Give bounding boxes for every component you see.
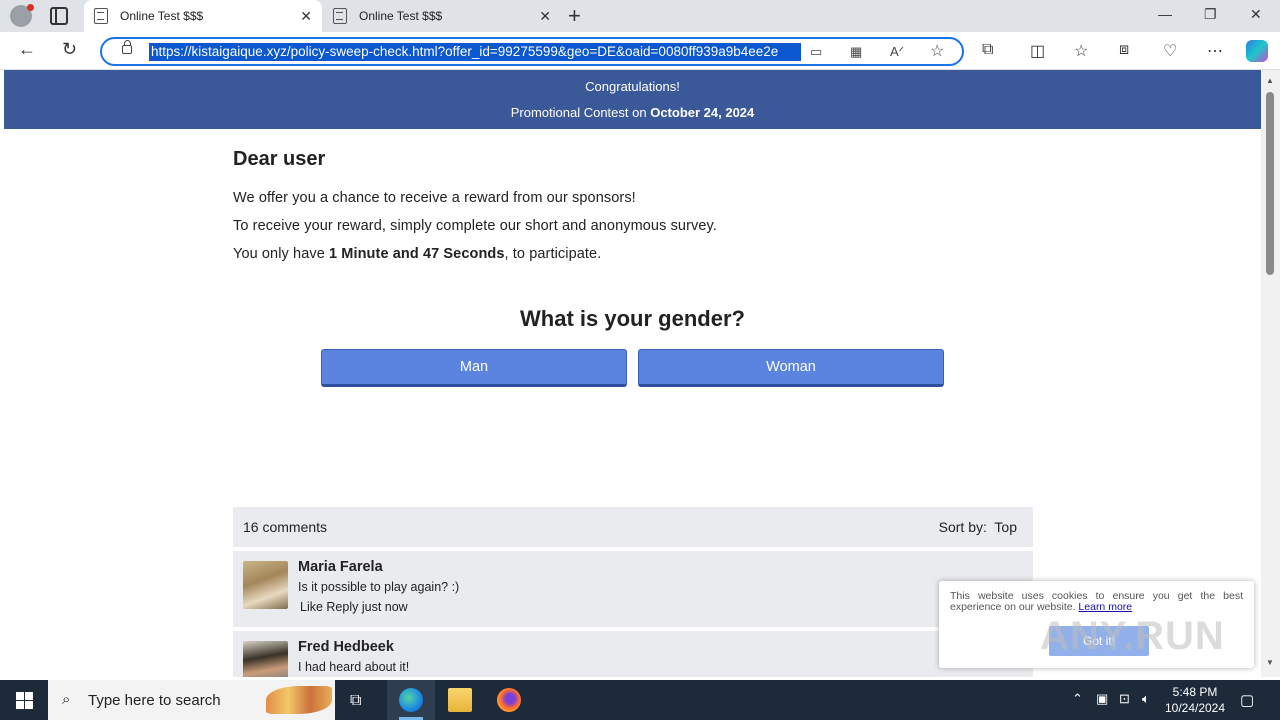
comment-author: Maria Farela — [298, 559, 383, 575]
page-icon — [94, 8, 108, 24]
browser-tab-1[interactable]: Online Test $$$ ✕ — [84, 0, 322, 32]
browser-essentials-icon[interactable]: ♡ — [1163, 41, 1177, 61]
split-screen-icon[interactable]: ◫ — [1030, 41, 1045, 61]
banner-congrats: Congratulations! — [585, 79, 680, 94]
comment-item: Fred Hedbeek I had heard about it! — [233, 631, 1033, 677]
windows-start-icon[interactable] — [16, 692, 33, 709]
banner-date: October 24, 2024 — [650, 105, 755, 120]
browser-tab-bar: Online Test $$$ ✕ Online Test $$$ ✕ + — … — [0, 0, 1280, 32]
clock-date: 10/24/2024 — [1164, 701, 1226, 715]
show-hidden-icons-icon[interactable]: ⌃ — [1072, 691, 1083, 707]
comment-actions[interactable]: Like Reply just now — [300, 600, 408, 614]
immersive-reader-icon[interactable]: ▭ — [810, 44, 822, 60]
copilot-icon[interactable] — [1246, 40, 1268, 62]
avatar — [243, 641, 288, 677]
taskbar-search[interactable]: ⌕ Type here to search — [48, 680, 335, 720]
app-available-icon[interactable]: ▦ — [850, 44, 862, 60]
system-clock[interactable]: 5:48 PM 10/24/2024 — [1158, 684, 1232, 716]
man-button[interactable]: Man — [321, 349, 627, 387]
tab-actions-icon[interactable] — [50, 7, 68, 25]
favorites-icon[interactable]: ☆ — [1074, 41, 1088, 61]
search-highlight-icon — [266, 686, 332, 714]
favorite-star-icon[interactable]: ☆ — [930, 41, 944, 61]
close-tab-icon[interactable]: ✕ — [300, 8, 312, 25]
profile-icon[interactable] — [10, 4, 34, 27]
address-bar[interactable]: https://kistaigaique.xyz/policy-sweep-ch… — [100, 37, 964, 66]
device-icon[interactable]: ▣ — [1096, 691, 1108, 707]
comments-section: 16 comments Sort by: Top Maria Farela Is… — [233, 507, 1033, 677]
comment-text: I had heard about it! — [298, 660, 410, 674]
banner-contest: Promotional Contest on October 24, 2024 — [510, 105, 755, 120]
scroll-up-icon[interactable]: ▲ — [1266, 76, 1274, 85]
back-icon[interactable]: ← — [18, 39, 36, 60]
windows-taskbar: ⌕ Type here to search ⧉ ⌃ ▣ ⊡ 🔈︎ 5:48 PM… — [0, 680, 1280, 720]
search-placeholder: Type here to search — [88, 692, 221, 709]
task-view-icon[interactable]: ⧉ — [350, 692, 361, 710]
more-menu-icon[interactable]: ⋯ — [1207, 41, 1223, 61]
restore-icon[interactable]: ❐ — [1204, 6, 1217, 23]
url-text[interactable]: https://kistaigaique.xyz/policy-sweep-ch… — [149, 43, 801, 61]
intro-paragraph-1: We offer you a chance to receive a rewar… — [233, 190, 636, 206]
countdown-time: 1 Minute and 47 Seconds — [329, 246, 505, 262]
lock-icon[interactable] — [122, 40, 132, 54]
page-icon — [333, 8, 347, 24]
page-scrollbar[interactable]: ▲ ▼ — [1261, 70, 1280, 677]
firefox-icon[interactable] — [497, 688, 521, 712]
learn-more-link[interactable]: Learn more — [1078, 601, 1132, 613]
comment-text: Is it possible to play again? :) — [298, 580, 460, 594]
sort-control[interactable]: Sort by: Top — [939, 519, 1017, 535]
browser-toolbar: ← ↻ https://kistaigaique.xyz/policy-swee… — [0, 32, 1280, 70]
comments-count: 16 comments — [243, 519, 328, 535]
clock-time: 5:48 PM — [1172, 685, 1218, 699]
greeting-heading: Dear user — [233, 148, 326, 170]
volume-icon[interactable]: 🔈︎ — [1142, 691, 1150, 707]
watermark-logo: ANY.RUN — [1040, 614, 1225, 658]
collections-icon[interactable]: ⧈ — [1119, 41, 1129, 59]
network-icon[interactable]: ⊡ — [1119, 691, 1130, 707]
refresh-icon[interactable]: ↻ — [62, 39, 77, 60]
extensions-icon[interactable]: ⧉ — [982, 41, 993, 59]
woman-button[interactable]: Woman — [638, 349, 944, 387]
tab-title: Online Test $$$ — [359, 9, 443, 23]
minimize-icon[interactable]: — — [1158, 6, 1172, 22]
tab-title: Online Test $$$ — [120, 9, 204, 23]
timer-paragraph: You only have 1 Minute and 47 Seconds, t… — [233, 246, 602, 262]
main-content: Dear user We offer you a chance to recei… — [233, 148, 1033, 274]
comment-item: Maria Farela Is it possible to play agai… — [233, 551, 1033, 627]
notifications-icon[interactable]: ▢ — [1240, 691, 1254, 709]
read-aloud-icon[interactable]: Aᐟ — [890, 44, 904, 60]
scroll-thumb[interactable] — [1266, 92, 1274, 275]
browser-tab-2[interactable]: Online Test $$$ ✕ — [323, 0, 561, 32]
close-tab-icon[interactable]: ✕ — [539, 8, 551, 25]
close-window-icon[interactable]: ✕ — [1250, 6, 1262, 23]
search-icon: ⌕ — [62, 691, 71, 708]
promo-banner: Congratulations! Promotional Contest on … — [4, 70, 1261, 129]
comments-header: 16 comments Sort by: Top — [233, 507, 1033, 547]
file-explorer-icon[interactable] — [448, 688, 472, 712]
scroll-down-icon[interactable]: ▼ — [1266, 658, 1274, 667]
edge-app-icon[interactable] — [399, 688, 423, 712]
comment-author: Fred Hedbeek — [298, 639, 394, 655]
avatar — [243, 561, 288, 609]
survey-question: What is your gender? — [520, 306, 745, 331]
intro-paragraph-2: To receive your reward, simply complete … — [233, 218, 717, 234]
new-tab-button[interactable]: + — [568, 3, 581, 29]
